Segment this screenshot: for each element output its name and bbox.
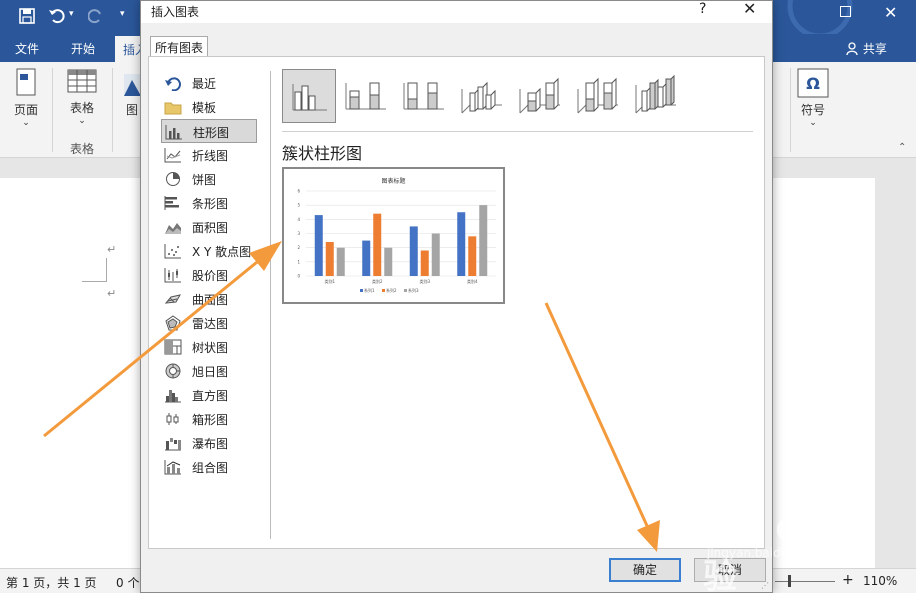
arrow-to-ok [544,302,660,552]
watermark-url: jingyan.baidu.com [707,546,818,560]
baidu-watermark: Bai du 经验 jingyan.baidu.com [703,496,873,593]
arrow-to-preview [43,241,282,438]
